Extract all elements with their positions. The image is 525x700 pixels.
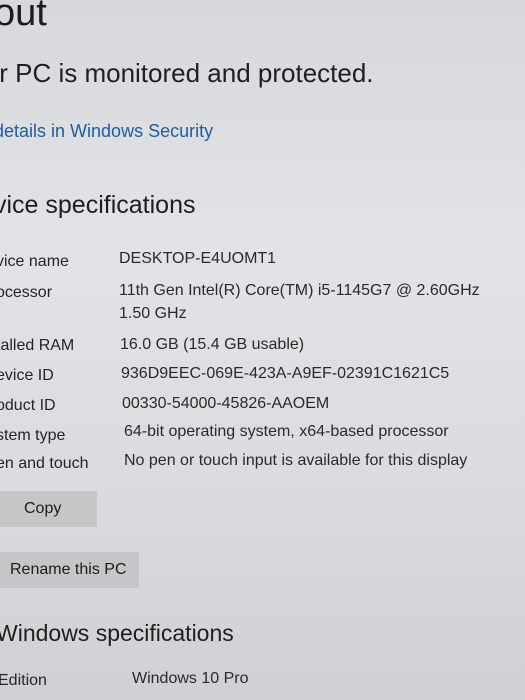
processor-value: 11th Gen Intel(R) Core(TM) i5-1145G7 @ 2… [119,282,480,299]
rename-pc-button-label: Rename this PC [10,561,127,578]
windows-specifications-heading: Windows specifications [0,620,234,646]
system-type-label: stem type [0,427,66,444]
processor-value-line2: 1.50 GHz [119,305,187,322]
pen-and-touch-label: en and touch [0,455,89,472]
installed-ram-label: talled RAM [0,337,75,354]
device-name-value: DESKTOP-E4UOMT1 [119,250,277,267]
pen-and-touch-value: No pen or touch input is available for t… [124,452,468,469]
device-id-value: 936D9EEC-069E-423A-A9EF-02391C1621C5 [121,365,450,382]
windows-security-link[interactable]: details in Windows Security [0,121,213,142]
copy-button-label: Copy [24,500,62,517]
page-title: out [0,0,47,34]
device-name-label: vice name [0,253,69,270]
system-type-value: 64-bit operating system, x64-based proce… [124,423,449,440]
protection-status: ır PC is monitored and protected. [0,58,374,88]
copy-button[interactable]: Copy [0,491,97,527]
installed-ram-value: 16.0 GB (15.4 GB usable) [120,336,305,353]
device-specifications-heading: vice specifications [0,191,196,219]
rename-pc-button[interactable]: Rename this PC [0,552,139,588]
edition-value: Windows 10 Pro [132,670,249,687]
device-id-label: evice ID [0,367,54,384]
edition-label: Edition [0,672,47,689]
processor-label: ocessor [0,284,53,301]
product-id-value: 00330-54000-45826-AAOEM [122,395,330,412]
product-id-label: oduct ID [0,397,56,414]
